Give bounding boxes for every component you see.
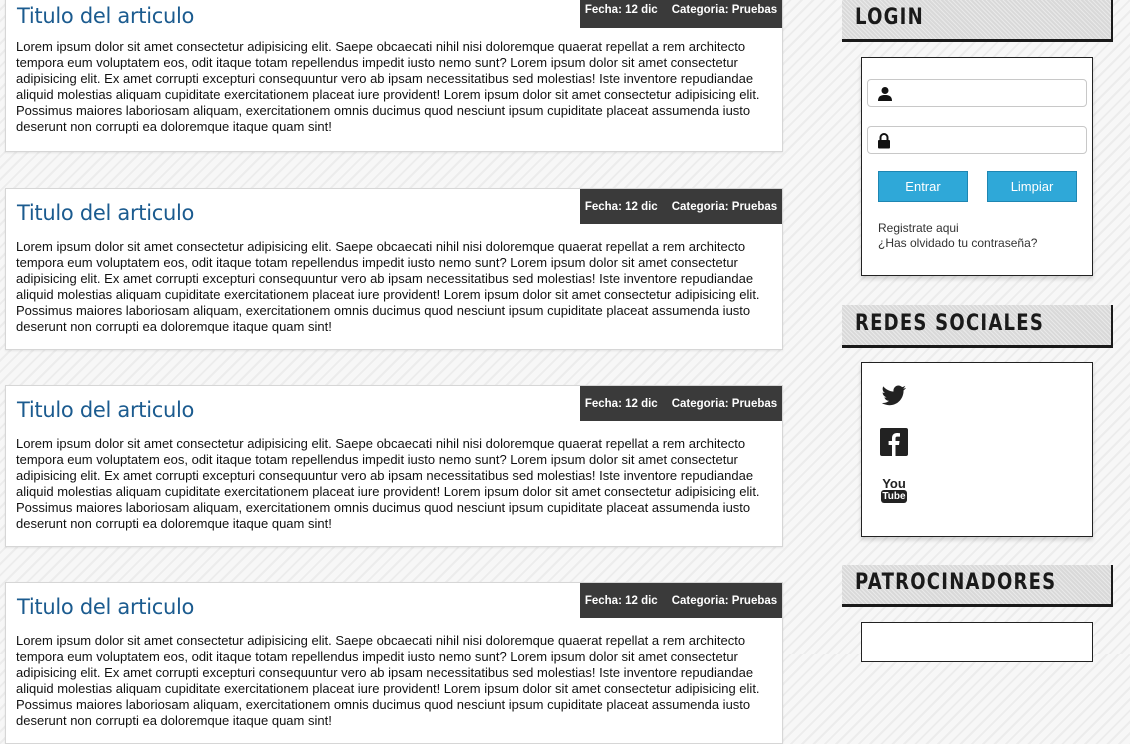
login-header: LOGIN xyxy=(842,0,1113,42)
article-card: Titulo del articulo Fecha: 12 dic Catego… xyxy=(5,188,783,350)
register-link[interactable]: Registrate aqui xyxy=(878,221,959,235)
article-category[interactable]: Categoria: Pruebas xyxy=(672,398,777,410)
article-category[interactable]: Categoria: Pruebas xyxy=(672,595,777,607)
article-card: Titulo del articulo Fecha: 12 dic Catego… xyxy=(5,385,783,547)
article-card: Titulo del articulo Fecha: 12 dic Catego… xyxy=(5,0,783,152)
article-body: Lorem ipsum dolor sit amet consectetur a… xyxy=(16,39,760,134)
article-date: Fecha: 12 dic xyxy=(584,594,658,607)
article-card: Titulo del articulo Fecha: 12 dic Catego… xyxy=(5,582,783,744)
login-heading: LOGIN xyxy=(855,5,924,30)
username-input[interactable] xyxy=(898,82,1082,106)
username-field[interactable] xyxy=(867,79,1087,107)
article-title[interactable]: Titulo del articulo xyxy=(17,398,194,422)
social-heading: REDES SOCIALES xyxy=(855,311,1045,336)
article-meta: Fecha: 12 dic Categoria: Pruebas xyxy=(580,386,782,421)
sponsors-heading: PATROCINADORES xyxy=(855,570,1057,595)
social-header: REDES SOCIALES xyxy=(842,305,1113,348)
article-body: Lorem ipsum dolor sit amet consectetur a… xyxy=(16,436,760,531)
youtube-text-bottom: Tube xyxy=(881,490,907,503)
article-category[interactable]: Categoria: Pruebas xyxy=(672,201,777,213)
article-meta: Fecha: 12 dic Categoria: Pruebas xyxy=(580,189,782,224)
youtube-text-top: You xyxy=(882,476,906,491)
social-panel: You Tube xyxy=(861,362,1093,537)
article-body: Lorem ipsum dolor sit amet consectetur a… xyxy=(16,633,760,728)
article-title[interactable]: Titulo del articulo xyxy=(17,595,194,619)
article-title[interactable]: Titulo del articulo xyxy=(17,4,194,28)
article-meta: Fecha: 12 dic Categoria: Pruebas xyxy=(580,583,782,618)
article-title[interactable]: Titulo del articulo xyxy=(17,201,194,225)
article-date: Fecha: 12 dic xyxy=(584,397,658,410)
password-field[interactable] xyxy=(867,126,1087,154)
clear-button[interactable]: Limpiar xyxy=(987,171,1077,202)
article-date: Fecha: 12 dic xyxy=(584,200,658,213)
youtube-icon[interactable]: You Tube xyxy=(881,477,907,503)
facebook-icon[interactable] xyxy=(880,428,908,460)
user-icon xyxy=(877,86,893,106)
enter-button[interactable]: Entrar xyxy=(878,171,968,202)
sponsors-panel xyxy=(861,622,1093,662)
article-meta: Fecha: 12 dic Categoria: Pruebas xyxy=(580,0,782,28)
article-date: Fecha: 12 dic xyxy=(584,3,658,16)
sponsors-header: PATROCINADORES xyxy=(842,565,1113,607)
twitter-icon[interactable] xyxy=(881,385,907,411)
article-category[interactable]: Categoria: Pruebas xyxy=(672,4,777,16)
forgot-password-link[interactable]: ¿Has olvidado tu contraseña? xyxy=(878,236,1037,250)
lock-icon xyxy=(877,133,891,153)
login-panel: Entrar Limpiar Registrate aqui ¿Has olvi… xyxy=(861,57,1093,276)
article-body: Lorem ipsum dolor sit amet consectetur a… xyxy=(16,239,760,334)
password-input[interactable] xyxy=(898,129,1082,153)
